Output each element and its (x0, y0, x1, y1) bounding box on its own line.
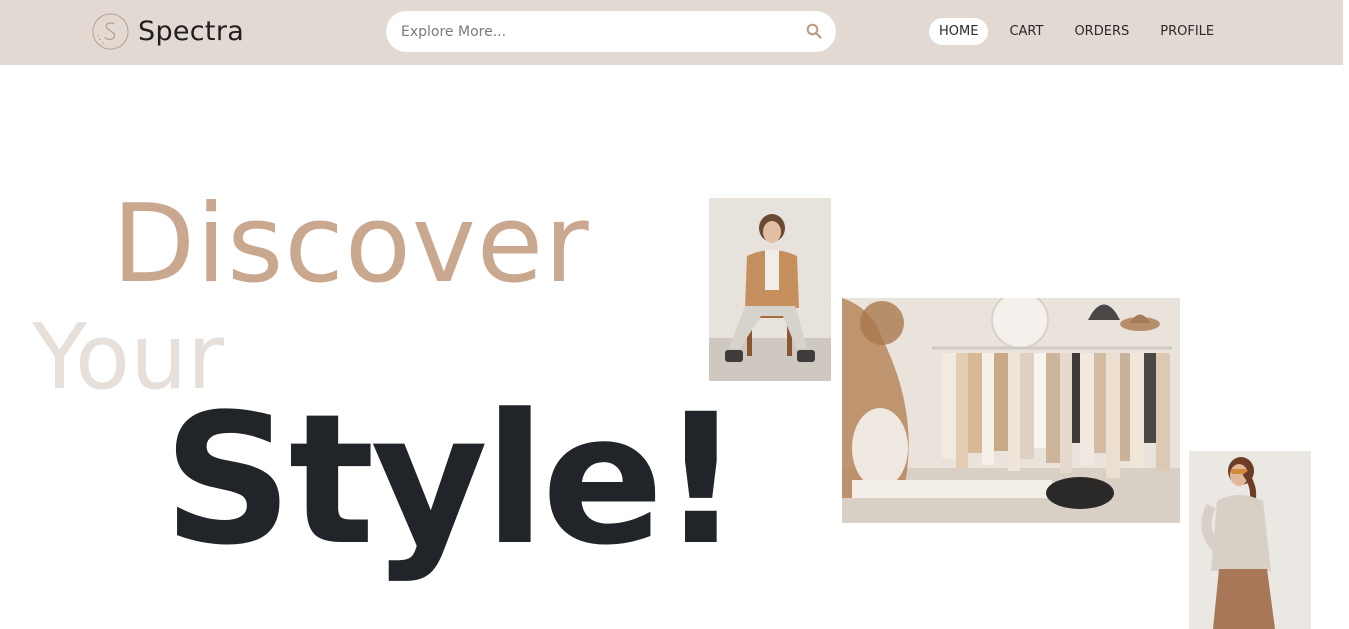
hero-discover: Discover (112, 182, 590, 307)
nav-orders[interactable]: ORDERS (1064, 18, 1139, 45)
clothing-rack-photo (842, 298, 1180, 523)
hero-style: Style! (163, 376, 742, 585)
model-photo-man (709, 198, 831, 381)
main-nav: HOME CART ORDERS PROFILE (929, 18, 1235, 45)
nav-profile[interactable]: PROFILE (1150, 18, 1224, 45)
brand-logo[interactable]: Spectra (91, 12, 244, 51)
nav-home[interactable]: HOME (929, 18, 989, 45)
nav-cart[interactable]: CART (999, 18, 1053, 45)
logo-s-circle-icon (92, 13, 129, 50)
search-bar (386, 11, 836, 52)
search-input[interactable] (401, 23, 791, 40)
search-icon[interactable] (806, 23, 822, 39)
top-navbar: Spectra HOME CART ORDERS PROFILE (0, 0, 1343, 65)
brand-name: Spectra (138, 16, 245, 47)
model-photo-woman (1189, 451, 1311, 629)
